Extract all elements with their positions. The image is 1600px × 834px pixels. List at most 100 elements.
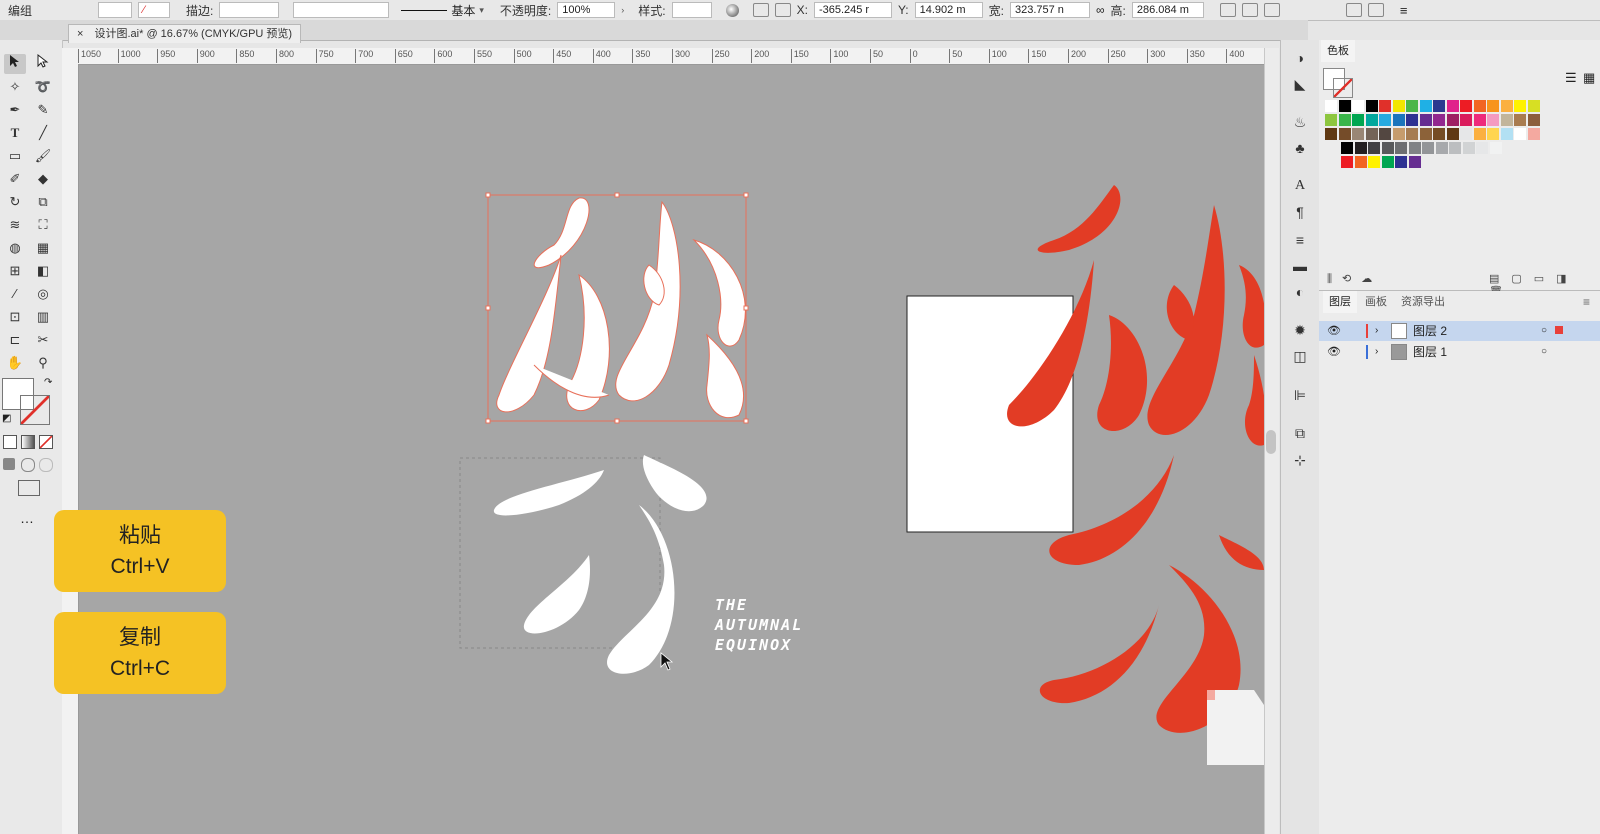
shape-builder-tool-icon[interactable]: ◍ bbox=[4, 238, 26, 258]
width-field[interactable]: 323.757 n bbox=[1009, 2, 1090, 18]
workspace-icon[interactable] bbox=[1367, 3, 1384, 17]
panel-stroke-swatch[interactable] bbox=[1333, 78, 1353, 98]
color-swatch[interactable] bbox=[1341, 142, 1353, 154]
opacity-arrow-icon[interactable]: › bbox=[621, 5, 624, 15]
color-swatch[interactable] bbox=[1514, 114, 1526, 126]
color-swatch[interactable] bbox=[1462, 142, 1475, 154]
color-swatch[interactable] bbox=[1487, 128, 1499, 140]
default-colors-icon[interactable]: ◩ bbox=[2, 413, 11, 424]
color-swatch[interactable] bbox=[1325, 128, 1337, 140]
lasso-tool-icon[interactable]: ➰ bbox=[32, 77, 54, 97]
color-guide-icon[interactable]: ◑ bbox=[1290, 48, 1310, 68]
artboard-canvas[interactable]: THE AUTUMNAL EQUINOX bbox=[79, 65, 1264, 834]
recolor-icon[interactable] bbox=[725, 3, 739, 17]
character-icon[interactable]: A bbox=[1290, 176, 1310, 196]
list-view-icon[interactable]: ☰ bbox=[1565, 70, 1577, 86]
color-mode-icon[interactable] bbox=[3, 435, 17, 449]
hand-tool-icon[interactable]: ✋ bbox=[4, 353, 26, 373]
brushes-icon[interactable]: ♨ bbox=[1290, 112, 1310, 132]
layer-name[interactable]: 图层 2 bbox=[1413, 321, 1447, 341]
visibility-eye-icon[interactable]: 👁 bbox=[1327, 321, 1341, 341]
free-transform-tool-icon[interactable]: ⛶ bbox=[32, 215, 54, 235]
rotate-tool-icon[interactable]: ↻ bbox=[4, 192, 26, 212]
color-swatch[interactable] bbox=[1433, 128, 1445, 140]
swatch-grid[interactable] bbox=[1325, 100, 1595, 200]
color-swatch[interactable] bbox=[1365, 114, 1378, 126]
stroke-profile-dropdown[interactable]: 基本 ▾ bbox=[401, 2, 484, 19]
stroke-swatch[interactable] bbox=[20, 395, 50, 425]
graph-tool-icon[interactable]: ▥ bbox=[32, 307, 54, 327]
layer-row[interactable]: 👁 › 图层 1 ○ bbox=[1319, 342, 1600, 362]
expand-chevron-icon[interactable]: › bbox=[1375, 342, 1378, 362]
color-swatch[interactable] bbox=[1352, 128, 1364, 140]
artboard-tool-icon[interactable]: ⊏ bbox=[4, 330, 26, 350]
color-swatch[interactable] bbox=[1514, 100, 1526, 112]
draw-normal-icon[interactable] bbox=[3, 458, 15, 470]
swap-fill-stroke-icon[interactable]: ↷ bbox=[44, 377, 52, 388]
color-swatch[interactable] bbox=[1460, 128, 1472, 140]
arrange-documents-icon[interactable] bbox=[1345, 3, 1362, 17]
zoom-tool-icon[interactable]: ⚲ bbox=[32, 353, 54, 373]
color-swatch[interactable] bbox=[1419, 114, 1432, 126]
style-dropdown[interactable] bbox=[671, 2, 712, 18]
pen-tool-icon[interactable]: ✒ bbox=[4, 100, 26, 120]
scrollbar-thumb[interactable] bbox=[1266, 430, 1276, 454]
rectangle-tool-icon[interactable]: ▭ bbox=[4, 146, 26, 166]
color-swatch[interactable] bbox=[1435, 142, 1448, 154]
opacity-field[interactable]: 100% bbox=[557, 2, 616, 18]
color-swatch[interactable] bbox=[1338, 100, 1351, 112]
color-swatch[interactable] bbox=[1379, 100, 1391, 112]
slice-tool-icon[interactable]: ✂ bbox=[32, 330, 54, 350]
paintbrush-tool-icon[interactable]: 🖌 bbox=[32, 146, 54, 166]
draw-inside-icon[interactable] bbox=[39, 458, 53, 472]
color-icon[interactable]: ◣ bbox=[1290, 74, 1310, 94]
color-swatch[interactable] bbox=[1460, 114, 1472, 126]
color-swatch[interactable] bbox=[1381, 156, 1394, 168]
menu-icon[interactable]: ≡ bbox=[1400, 3, 1408, 18]
shape-mode-icon[interactable] bbox=[1241, 3, 1258, 17]
color-swatch[interactable] bbox=[1433, 100, 1445, 112]
visibility-eye-icon[interactable]: 👁 bbox=[1327, 342, 1341, 362]
color-swatch[interactable] bbox=[1354, 156, 1367, 168]
transform-panel-icon[interactable] bbox=[1219, 3, 1236, 17]
none-mode-icon[interactable] bbox=[39, 435, 53, 449]
stroke-color-dropdown[interactable]: ⁄ bbox=[138, 2, 171, 18]
grid-view-icon[interactable]: ▦ bbox=[1583, 70, 1595, 86]
selection-tool-icon[interactable] bbox=[4, 54, 26, 74]
screen-mode-icon[interactable] bbox=[18, 480, 40, 496]
color-swatch[interactable] bbox=[1341, 156, 1353, 168]
color-swatch[interactable] bbox=[1379, 114, 1391, 126]
color-swatch[interactable] bbox=[1368, 142, 1380, 154]
paragraph-icon[interactable]: ¶ bbox=[1290, 202, 1310, 222]
graphic-styles-icon[interactable]: ◫ bbox=[1290, 346, 1310, 366]
x-field[interactable]: -365.245 r bbox=[813, 2, 892, 18]
transparency-icon[interactable]: ◐ bbox=[1290, 282, 1310, 302]
swatch-library-buttons[interactable]: ⫼⟲☁ bbox=[1327, 272, 1382, 286]
color-swatch[interactable] bbox=[1446, 128, 1459, 140]
color-swatch[interactable] bbox=[1487, 114, 1499, 126]
color-swatch[interactable] bbox=[1392, 100, 1405, 112]
layer-name[interactable]: 图层 1 bbox=[1413, 342, 1447, 362]
line-tool-icon[interactable]: ╱ bbox=[32, 123, 54, 143]
warp-tool-icon[interactable]: ≋ bbox=[4, 215, 26, 235]
target-icon[interactable]: ○ bbox=[1541, 342, 1547, 362]
color-swatch[interactable] bbox=[1500, 128, 1513, 140]
mesh-tool-icon[interactable]: ⊞ bbox=[4, 261, 26, 281]
symbols-icon[interactable]: ♣ bbox=[1290, 138, 1310, 158]
color-swatch[interactable] bbox=[1460, 100, 1472, 112]
color-swatch[interactable] bbox=[1325, 100, 1337, 112]
color-swatch[interactable] bbox=[1365, 100, 1378, 112]
close-icon[interactable]: × bbox=[77, 28, 83, 40]
color-swatch[interactable] bbox=[1406, 128, 1418, 140]
color-swatch[interactable] bbox=[1419, 100, 1432, 112]
gradient-icon[interactable]: ▬ bbox=[1290, 256, 1310, 276]
color-swatch[interactable] bbox=[1338, 114, 1351, 126]
scale-tool-icon[interactable]: ⧉ bbox=[32, 192, 54, 212]
gradient-mode-icon[interactable] bbox=[21, 435, 35, 449]
isolate-icon[interactable] bbox=[1263, 3, 1280, 17]
stroke-icon[interactable]: ≡ bbox=[1290, 230, 1310, 250]
color-swatch[interactable] bbox=[1395, 142, 1407, 154]
color-swatch[interactable] bbox=[1514, 128, 1526, 140]
color-swatch[interactable] bbox=[1473, 114, 1486, 126]
fill-dropdown[interactable] bbox=[98, 2, 133, 18]
